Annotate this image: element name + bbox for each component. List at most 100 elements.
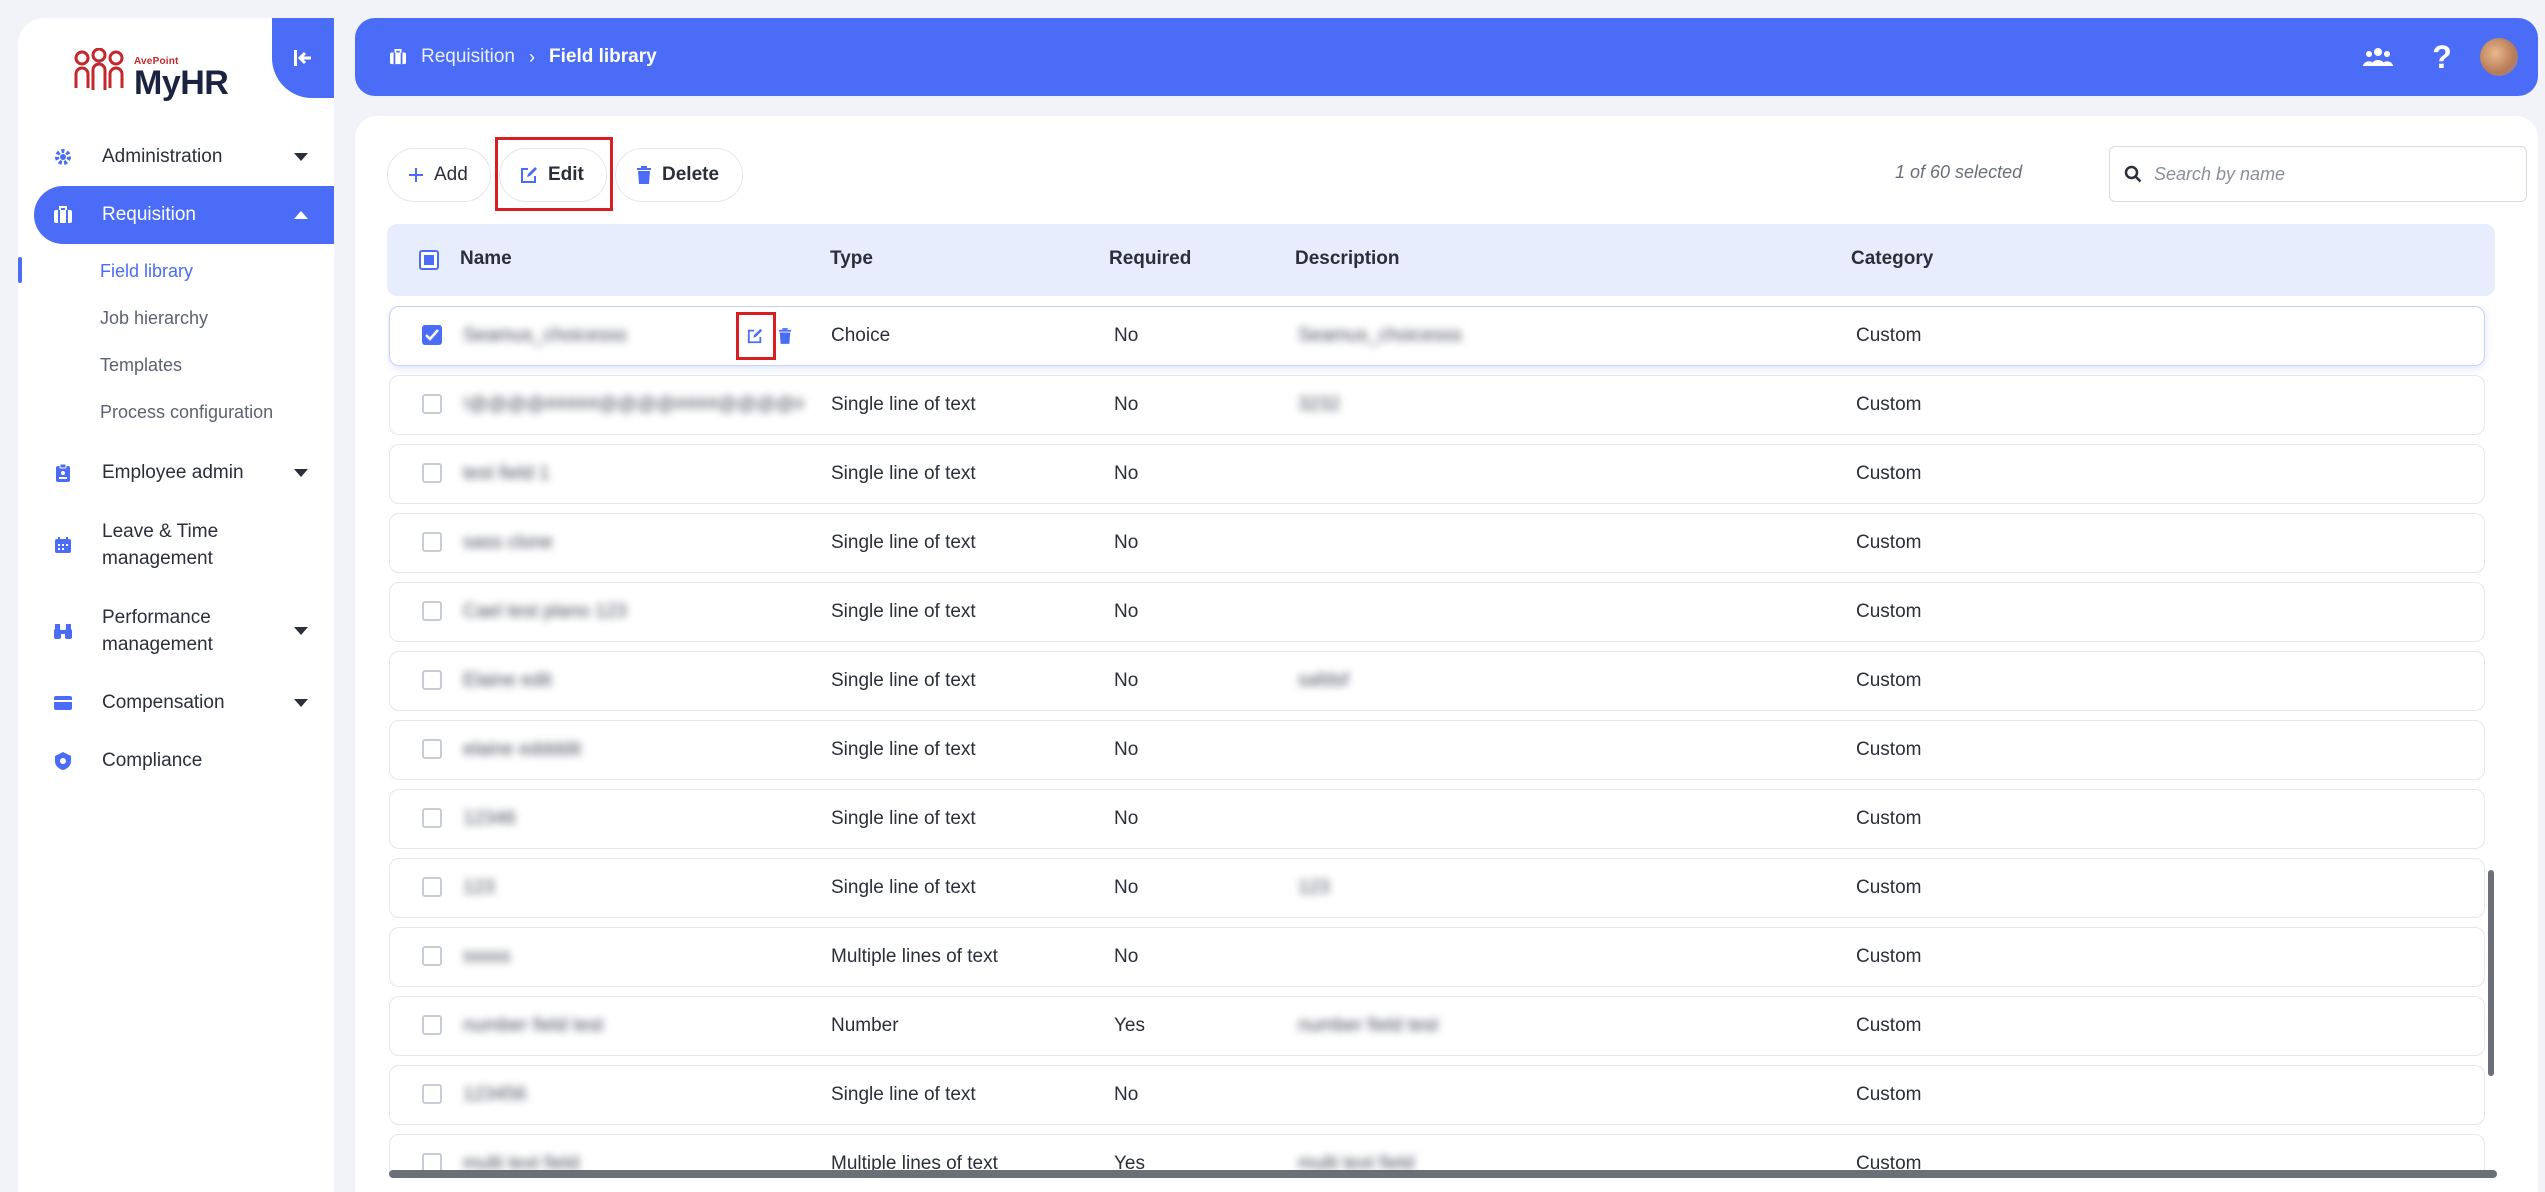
column-header-name[interactable]: Name	[460, 248, 512, 270]
sidebar-item-label: Compensation	[102, 692, 225, 713]
edit-button-highlight	[495, 137, 613, 211]
cell-type: Single line of text	[831, 877, 976, 898]
table-row[interactable]: Cael test plano 123 Single line of text …	[389, 582, 2485, 642]
row-checkbox[interactable]	[422, 808, 442, 828]
row-checkbox[interactable]	[422, 670, 442, 690]
sidebar-item-label: Compliance	[102, 750, 203, 771]
column-header-type[interactable]: Type	[830, 248, 873, 270]
cell-required: No	[1114, 739, 1139, 760]
cell-type: Single line of text	[831, 670, 976, 691]
sidebar-item-compensation[interactable]: Compensation	[18, 674, 334, 732]
checkbox-checked	[422, 325, 442, 345]
sidebar-item-leave-time[interactable]: Leave & Time management	[18, 502, 334, 588]
help-icon[interactable]: ?	[2410, 18, 2474, 96]
checkbox	[422, 532, 442, 552]
horizontal-scrollbar[interactable]	[389, 1170, 2497, 1178]
table-header: Name Type Required Description Category	[387, 224, 2495, 296]
cell-name: test field 1	[463, 463, 550, 484]
search-input[interactable]	[2154, 163, 2514, 185]
table-row[interactable]: sass clone Single line of text No Custom	[389, 513, 2485, 573]
table-row[interactable]: Seamus_choicesss Choice No Seamus_choice…	[389, 306, 2485, 366]
chevron-right-icon: ›	[529, 46, 535, 67]
table-row[interactable]: !@@@@#####@@@@####@@@@#### Single line o…	[389, 375, 2485, 435]
row-checkbox[interactable]	[422, 325, 442, 345]
shield-gear-icon	[52, 750, 74, 772]
briefcase-icon	[52, 204, 74, 226]
row-checkbox[interactable]	[422, 877, 442, 897]
table-row[interactable]: elaine eddddit Single line of text No Cu…	[389, 720, 2485, 780]
cell-category: Custom	[1856, 877, 1922, 898]
cell-required: No	[1114, 946, 1139, 967]
table-row[interactable]: number field test Number Yes number fiel…	[389, 996, 2485, 1056]
cell-required: No	[1114, 808, 1139, 829]
table-row[interactable]: multi text field Multiple lines of text …	[389, 1134, 2485, 1174]
myhr-logo-icon	[74, 48, 124, 90]
sidebar-item-label: Leave & Time management	[102, 521, 219, 569]
table-row[interactable]: 12346 Single line of text No Custom	[389, 789, 2485, 849]
cell-category: Custom	[1856, 601, 1922, 622]
delete-button[interactable]: Delete	[615, 148, 743, 202]
people-icon[interactable]	[2346, 18, 2410, 96]
cell-type: Single line of text	[831, 739, 976, 760]
sidebar-subitem-process-configuration[interactable]: Process configuration	[18, 389, 334, 436]
cell-type: Choice	[831, 325, 891, 346]
cell-required: No	[1114, 877, 1139, 898]
checkbox	[422, 394, 442, 414]
row-checkbox[interactable]	[422, 739, 442, 759]
avatar	[2480, 38, 2518, 76]
sidebar-subitem-job-hierarchy[interactable]: Job hierarchy	[18, 295, 334, 342]
sidebar-nav: Administration Requisition Field library…	[18, 128, 334, 790]
search-icon	[2124, 165, 2142, 183]
cell-category: Custom	[1856, 808, 1922, 829]
sidebar-item-compliance[interactable]: Compliance	[18, 732, 334, 790]
row-checkbox[interactable]	[422, 1084, 442, 1104]
cell-required: No	[1114, 670, 1139, 691]
collapse-left-icon	[294, 50, 311, 66]
select-all-checkbox[interactable]	[419, 250, 439, 270]
sidebar-item-label: Employee admin	[102, 462, 244, 483]
checkbox	[422, 946, 442, 966]
cell-type: Single line of text	[831, 463, 976, 484]
user-avatar[interactable]	[2474, 18, 2538, 96]
chevron-down-icon	[294, 469, 308, 477]
cell-required: No	[1114, 601, 1139, 622]
search-box[interactable]	[2109, 146, 2527, 202]
row-checkbox[interactable]	[422, 394, 442, 414]
table-row[interactable]: 123456 Single line of text No Custom	[389, 1065, 2485, 1125]
cell-description: 3232	[1298, 394, 1341, 415]
checkbox	[422, 463, 442, 483]
column-header-required[interactable]: Required	[1109, 248, 1191, 270]
row-checkbox[interactable]	[422, 601, 442, 621]
cell-required: Yes	[1114, 1015, 1145, 1036]
cell-category: Custom	[1856, 739, 1922, 760]
cell-required: No	[1114, 463, 1139, 484]
table-row[interactable]: Elaine edit Single line of text No safds…	[389, 651, 2485, 711]
column-header-category[interactable]: Category	[1851, 248, 1933, 270]
cell-category: Custom	[1856, 325, 1922, 346]
breadcrumb-requisition[interactable]: Requisition	[421, 46, 515, 68]
column-header-description[interactable]: Description	[1295, 248, 1400, 270]
sidebar-item-requisition[interactable]: Requisition	[34, 186, 334, 244]
table-row[interactable]: test field 1 Single line of text No Cust…	[389, 444, 2485, 504]
sidebar-item-employee-admin[interactable]: Employee admin	[18, 444, 334, 502]
cell-name: 12346	[463, 808, 516, 829]
sidebar: AvePoint MyHR Administration Requisition…	[18, 18, 334, 1192]
sidebar-item-administration[interactable]: Administration	[18, 128, 334, 186]
row-checkbox[interactable]	[422, 946, 442, 966]
brand-name: MyHR	[134, 64, 229, 102]
row-checkbox[interactable]	[422, 1015, 442, 1035]
table-row[interactable]: 123 Single line of text No 123 Custom	[389, 858, 2485, 918]
cell-description: Seamus_choicesss	[1298, 325, 1462, 346]
sidebar-item-label: Requisition	[102, 204, 196, 225]
sidebar-item-performance[interactable]: Performance management	[18, 588, 334, 674]
table-row[interactable]: sssss Multiple lines of text No Custom	[389, 927, 2485, 987]
vertical-scrollbar[interactable]	[2488, 870, 2494, 1076]
selection-count: 1 of 60 selected	[1895, 162, 2023, 182]
sidebar-subitem-field-library[interactable]: Field library	[18, 248, 334, 295]
row-checkbox[interactable]	[422, 532, 442, 552]
plus-icon	[408, 167, 424, 183]
sidebar-subitem-templates[interactable]: Templates	[18, 342, 334, 389]
wallet-icon	[52, 692, 74, 714]
add-button[interactable]: Add	[387, 148, 491, 202]
row-checkbox[interactable]	[422, 463, 442, 483]
